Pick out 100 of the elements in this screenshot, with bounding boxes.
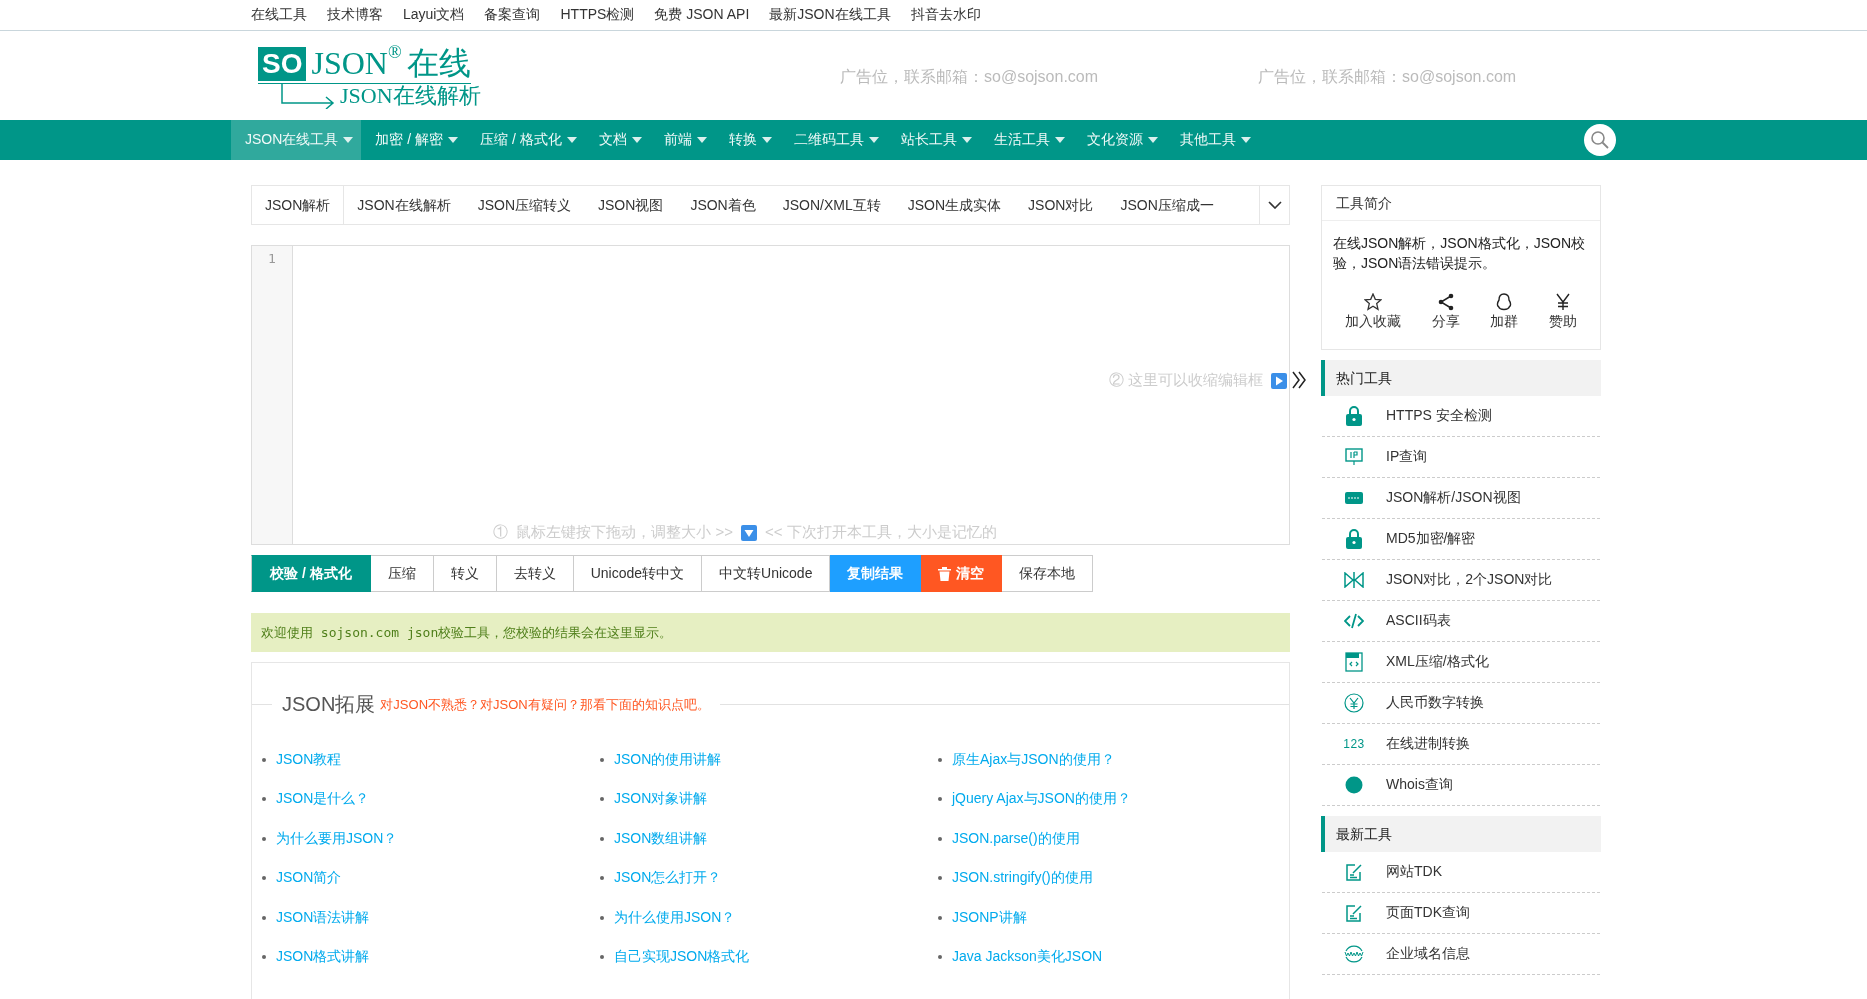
search-icon [1590, 130, 1610, 150]
section-subtitle: 对JSON不熟悉？对JSON有疑问？那看下面的知识点吧。 [380, 695, 710, 714]
action-button[interactable]: 转义 [433, 555, 497, 592]
tool-link[interactable]: JSON解析/JSON视图 [1322, 478, 1600, 519]
result-message: 欢迎使用 sojson.com json校验工具，您校验的结果会在这里显示。 [251, 613, 1290, 652]
card-title: 工具简介 [1322, 186, 1600, 221]
tool-link[interactable]: 企业域名信息 [1322, 934, 1600, 975]
action-label: 赞助 [1548, 313, 1577, 331]
bullet-icon [600, 757, 604, 762]
nav-menu-item[interactable]: 转换 [714, 120, 780, 160]
action-link[interactable]: 赞助 [1548, 293, 1577, 331]
code-icon [1344, 613, 1364, 629]
action-button[interactable]: 保存本地 [1002, 555, 1094, 592]
section-header: 最新工具 [1321, 816, 1601, 852]
number-icon: 123 [1343, 737, 1365, 751]
bullet-icon [262, 876, 266, 881]
tool-link[interactable]: Whois查询 [1322, 765, 1600, 806]
action-link[interactable]: 加群 [1490, 293, 1519, 331]
logo-subtitle: JSON在线解析 [340, 82, 481, 109]
tool-link[interactable]: XML压缩/格式化 [1322, 642, 1600, 683]
tool-link[interactable]: MD5加密/解密 [1322, 519, 1600, 560]
tool-link[interactable]: 123 在线进制转换 [1322, 724, 1600, 765]
tab[interactable]: JSON压缩成一 [1107, 186, 1228, 224]
bullet-icon [262, 797, 266, 802]
bullet-icon [938, 797, 942, 802]
file-icon [1345, 652, 1363, 672]
web-icon [1343, 944, 1365, 964]
penguin-icon [1495, 293, 1514, 311]
tool-link[interactable]: 网站TDK [1322, 852, 1600, 893]
bullet-icon [262, 915, 266, 920]
bullet-icon [262, 955, 266, 960]
bullet-icon [600, 797, 604, 802]
nav-menu-item[interactable]: 二维码工具 [779, 120, 887, 160]
globe-icon [1345, 776, 1363, 794]
top-link[interactable]: 在线工具 [251, 6, 307, 24]
share-icon [1436, 293, 1455, 311]
nav-menu-item[interactable]: 压缩 / 格式化 [466, 120, 585, 160]
double-chevron-icon[interactable] [1292, 371, 1306, 389]
line-number: 1 [268, 251, 276, 266]
caret-icon [696, 137, 707, 143]
caret-icon [1054, 137, 1065, 143]
logo-suffix: 在线 [406, 43, 471, 83]
nav-menu-item[interactable]: 前端 [649, 120, 715, 160]
action-link[interactable]: 加入收藏 [1345, 293, 1402, 331]
tool-link[interactable]: 人民币数字转换 [1322, 683, 1600, 724]
action-button[interactable]: Unicode转中文 [573, 555, 703, 592]
tab[interactable]: JSON着色 [677, 186, 770, 224]
tab[interactable]: JSON对比 [1015, 186, 1108, 224]
action-button[interactable]: 中文转Unicode [702, 555, 831, 592]
action-label: 加入收藏 [1345, 313, 1402, 331]
tool-link[interactable]: 页面TDK查询 [1322, 893, 1600, 934]
tab[interactable]: JSON压缩转义 [464, 186, 586, 224]
ad-text: 广告位，联系邮箱：so@sojson.com [840, 67, 1099, 87]
bullet-icon [262, 836, 266, 841]
top-link[interactable]: HTTPS检测 [560, 6, 635, 24]
caret-icon [1240, 137, 1251, 143]
compare-icon [1344, 572, 1364, 588]
edit-icon [1345, 904, 1363, 922]
tab[interactable]: JSON视图 [585, 186, 678, 224]
tab[interactable]: JSON/XML互转 [769, 186, 895, 224]
action-button[interactable]: 校验 / 格式化 [251, 555, 371, 592]
action-link[interactable]: 分享 [1431, 293, 1460, 331]
bullet-icon [600, 955, 604, 960]
top-link[interactable]: 免费 JSON API [654, 6, 750, 24]
bullet-icon [938, 955, 942, 960]
caret-icon [448, 137, 458, 143]
bullet-icon [262, 757, 266, 762]
tab[interactable]: JSON在线解析 [344, 186, 465, 224]
top-link[interactable]: Layui文档 [403, 6, 465, 24]
logo-name: JSON [311, 43, 388, 83]
tab[interactable]: JSON生成实体 [894, 186, 1016, 224]
tool-link[interactable]: ASCII码表 [1322, 601, 1600, 642]
nav-menu-item[interactable]: 生活工具 [979, 120, 1073, 160]
action-button[interactable]: 去转义 [496, 555, 574, 592]
chevron-down-icon [1267, 201, 1282, 209]
top-link[interactable]: 抖音去水印 [910, 6, 981, 24]
top-link[interactable]: 技术博客 [327, 6, 383, 24]
top-link[interactable]: 最新JSON在线工具 [769, 6, 891, 24]
top-link[interactable]: 备案查询 [484, 6, 541, 24]
nav-menu-item[interactable]: 文档 [584, 120, 650, 160]
bullet-icon [938, 757, 942, 762]
caret-icon [961, 137, 972, 143]
tool-link[interactable]: IP查询 [1322, 437, 1600, 478]
bullet-icon [600, 876, 604, 881]
nav-menu-item[interactable]: 站长工具 [886, 120, 980, 160]
lock-icon [1346, 406, 1362, 426]
intro-text: 在线JSON解析，JSON格式化，JSON校验，JSON语法错误提示。 [1332, 234, 1586, 273]
star-icon [1364, 293, 1383, 311]
signboard-icon [1345, 448, 1363, 466]
caret-icon [343, 137, 354, 143]
action-button[interactable]: 压缩 [370, 555, 434, 592]
search-button[interactable] [1584, 124, 1616, 156]
yen-coin-icon [1344, 693, 1364, 713]
tool-link[interactable]: JSON对比，2个JSON对比 [1322, 560, 1600, 601]
tool-link[interactable]: HTTPS 安全检测 [1322, 396, 1600, 437]
nav-menu-item[interactable]: 其他工具 [1165, 120, 1259, 160]
caret-icon [631, 137, 642, 143]
nav-menu-item[interactable]: 文化资源 [1072, 120, 1166, 160]
nav-menu-item[interactable]: 加密 / 解密 [361, 120, 466, 160]
bullet-icon [938, 915, 942, 920]
